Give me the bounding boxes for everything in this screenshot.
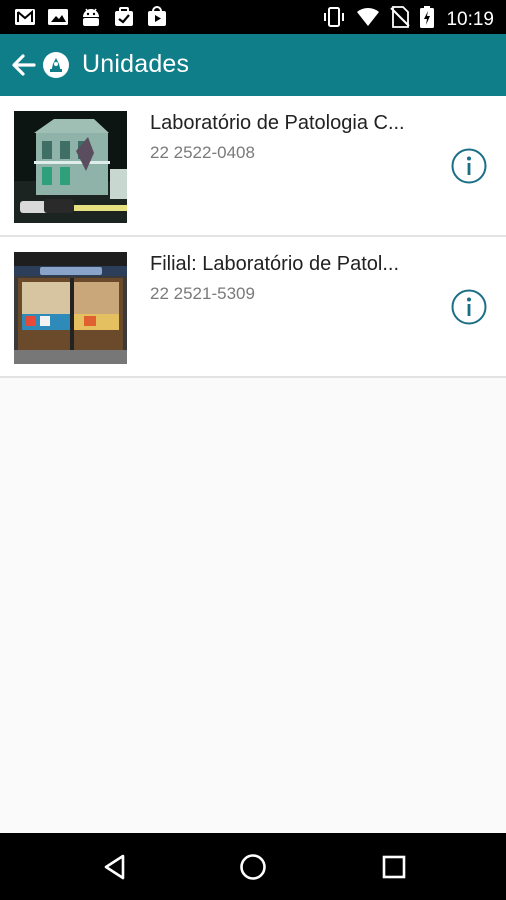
info-icon[interactable] xyxy=(451,289,487,325)
app-bar: Unidades xyxy=(0,34,506,96)
info-icon[interactable] xyxy=(451,148,487,184)
unit-phone[interactable]: 22 2522-0408 xyxy=(150,143,255,163)
page-title: Unidades xyxy=(82,50,190,78)
no-sim-icon xyxy=(390,6,411,33)
battery-charging-icon xyxy=(420,6,435,33)
list-item[interactable]: Laboratório de Patologia C... 22 2522-04… xyxy=(0,96,506,237)
gmail-icon xyxy=(14,6,36,28)
app-logo-icon xyxy=(42,51,70,79)
unit-phone[interactable]: 22 2521-5309 xyxy=(150,284,255,304)
unit-title: Filial: Laboratório de Patol... xyxy=(150,253,400,275)
list-item[interactable]: Filial: Laboratório de Patol... 22 2521-… xyxy=(0,237,506,378)
gallery-icon xyxy=(47,6,69,28)
notification-icons xyxy=(14,6,168,28)
system-icons: 10:19 xyxy=(322,6,494,33)
back-triangle-icon[interactable] xyxy=(100,852,130,882)
arrow-back-icon[interactable] xyxy=(10,51,38,79)
unit-title: Laboratório de Patologia C... xyxy=(150,112,405,134)
navigation-bar xyxy=(0,833,506,900)
storefront-photo xyxy=(14,252,127,364)
units-list: Laboratório de Patologia C... 22 2522-04… xyxy=(0,96,506,378)
home-circle-icon[interactable] xyxy=(238,852,268,882)
wifi-icon xyxy=(356,7,380,32)
android-icon xyxy=(80,6,102,28)
building-photo xyxy=(14,111,127,223)
task-icon xyxy=(113,6,135,28)
play-store-icon xyxy=(146,6,168,28)
recents-square-icon[interactable] xyxy=(379,852,409,882)
status-bar: 10:19 xyxy=(0,0,506,34)
clock-time: 10:19 xyxy=(446,8,494,30)
vibrate-icon xyxy=(322,6,346,33)
